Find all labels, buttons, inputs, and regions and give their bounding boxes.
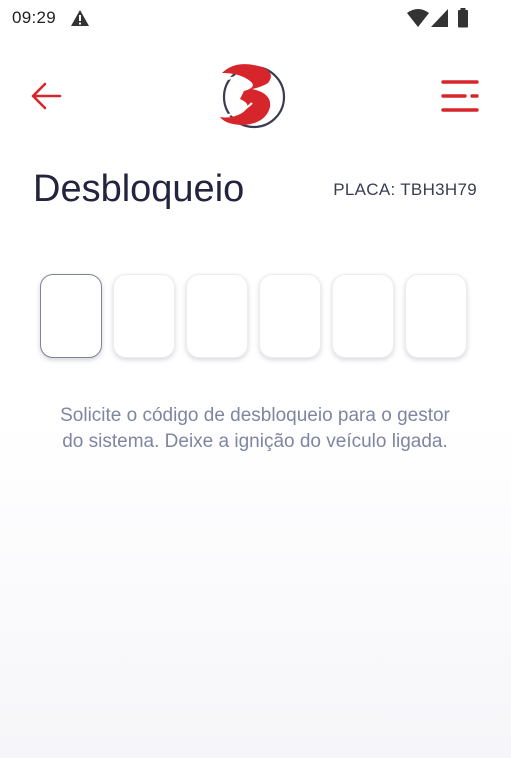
- plate-label: PLACA: TBH3H79: [333, 180, 477, 199]
- hint-text: Solicite o código de desbloqueio para o …: [60, 405, 450, 452]
- code-digit-6[interactable]: [405, 274, 467, 358]
- status-bar: 09:29: [0, 0, 511, 36]
- menu-button[interactable]: [441, 78, 479, 114]
- battery-icon: [458, 8, 468, 28]
- system-icons: [407, 8, 473, 28]
- code-digit-3[interactable]: [186, 274, 248, 358]
- code-input: [40, 274, 472, 362]
- menu-icon: [441, 80, 479, 112]
- code-digit-1[interactable]: [40, 274, 102, 358]
- back-button[interactable]: [28, 80, 64, 112]
- signal-icon: [431, 9, 448, 27]
- page-title: Desbloqueio: [33, 168, 245, 210]
- code-digit-5[interactable]: [332, 274, 394, 358]
- brand-logo-icon: [220, 64, 286, 129]
- status-time: 09:29: [12, 8, 57, 27]
- wifi-icon: [407, 9, 429, 27]
- arrow-left-icon: [31, 82, 62, 110]
- code-digit-2[interactable]: [113, 274, 175, 358]
- code-digit-4[interactable]: [259, 274, 321, 358]
- warning-icon: [71, 10, 89, 26]
